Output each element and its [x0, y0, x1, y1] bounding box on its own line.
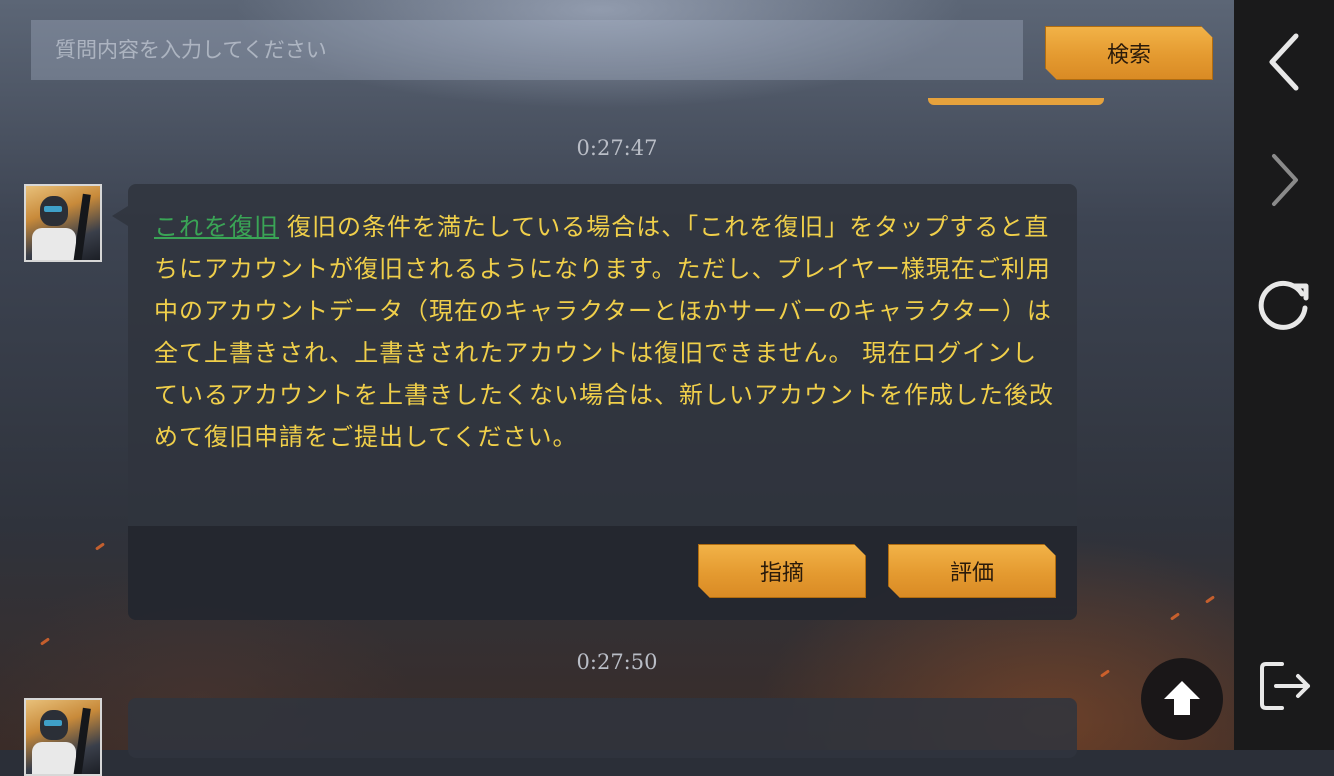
scroll-to-top-button[interactable]	[1141, 658, 1223, 740]
bubble-tail	[112, 206, 128, 226]
restore-link[interactable]: これを復旧	[154, 213, 279, 241]
report-button[interactable]: 指摘	[698, 544, 866, 598]
message-actions: 指摘 評価	[128, 526, 1077, 620]
refresh-icon	[1258, 280, 1309, 330]
chevron-right-icon	[1272, 154, 1298, 206]
rate-button[interactable]: 評価	[888, 544, 1056, 598]
message-text: これを復旧 復旧の条件を満たしている場合は、「これを復旧」をタップすると直ちにアカ…	[154, 206, 1054, 458]
message-body: 復旧の条件を満たしている場合は、「これを復旧」をタップすると直ちにアカウントが復…	[154, 213, 1054, 451]
avatar	[24, 184, 102, 262]
message-bubble: これを復旧 復旧の条件を満たしている場合は、「これを復旧」をタップすると直ちにアカ…	[128, 184, 1077, 620]
exit-button[interactable]	[1254, 656, 1314, 716]
back-button[interactable]	[1254, 32, 1314, 92]
forward-button[interactable]	[1254, 150, 1314, 210]
spark-decoration	[40, 637, 50, 646]
chevron-left-icon	[1269, 33, 1299, 91]
spark-decoration	[1170, 612, 1180, 621]
sidebar	[1234, 0, 1334, 750]
message-bubble	[128, 698, 1077, 758]
arrow-up-icon	[1164, 681, 1200, 715]
search-input[interactable]	[31, 20, 1023, 80]
search-button[interactable]: 検索	[1045, 26, 1213, 80]
message-timestamp: 0:27:47	[576, 136, 658, 160]
exit-icon	[1260, 662, 1310, 710]
spark-decoration	[95, 542, 105, 551]
previous-button-edge	[928, 98, 1104, 105]
avatar	[24, 698, 102, 776]
refresh-button[interactable]	[1254, 272, 1314, 332]
spark-decoration	[1205, 595, 1215, 604]
message-timestamp: 0:27:50	[576, 650, 658, 674]
